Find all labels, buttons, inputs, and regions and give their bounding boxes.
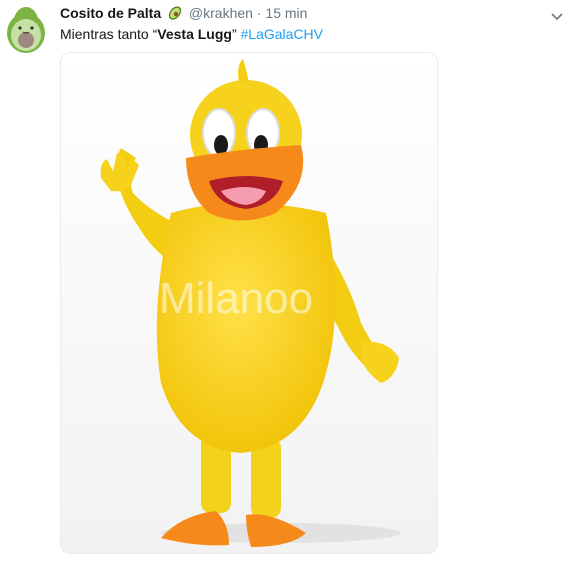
- avocado-icon: [167, 5, 183, 25]
- more-options-chevron-icon[interactable]: [550, 9, 564, 21]
- tweet-text: Mientras tanto “Vesta Lugg” #LaGalaCHV: [60, 25, 323, 43]
- author-name[interactable]: Cosito de Palta: [60, 5, 161, 21]
- image-watermark: Milanoo: [159, 274, 313, 323]
- author-handle[interactable]: @krakhen: [189, 5, 253, 21]
- tweet-text-suffix: ”: [231, 26, 241, 42]
- hashtag-link[interactable]: #LaGalaCHV: [241, 26, 324, 42]
- duck-costume-image: Milanoo: [61, 53, 437, 553]
- separator-dot: ·: [256, 5, 262, 21]
- timestamp[interactable]: 15 min: [265, 5, 307, 21]
- tweet-text-prefix: Mientras tanto “: [60, 26, 158, 42]
- avatar[interactable]: [5, 5, 47, 54]
- avocado-avatar-icon: [7, 7, 45, 53]
- tweet-text-bold: Vesta Lugg: [157, 26, 232, 42]
- tweet-header: Cosito de Palta @krakhen · 15 min: [60, 4, 307, 25]
- tweet-image[interactable]: Milanoo: [60, 52, 438, 554]
